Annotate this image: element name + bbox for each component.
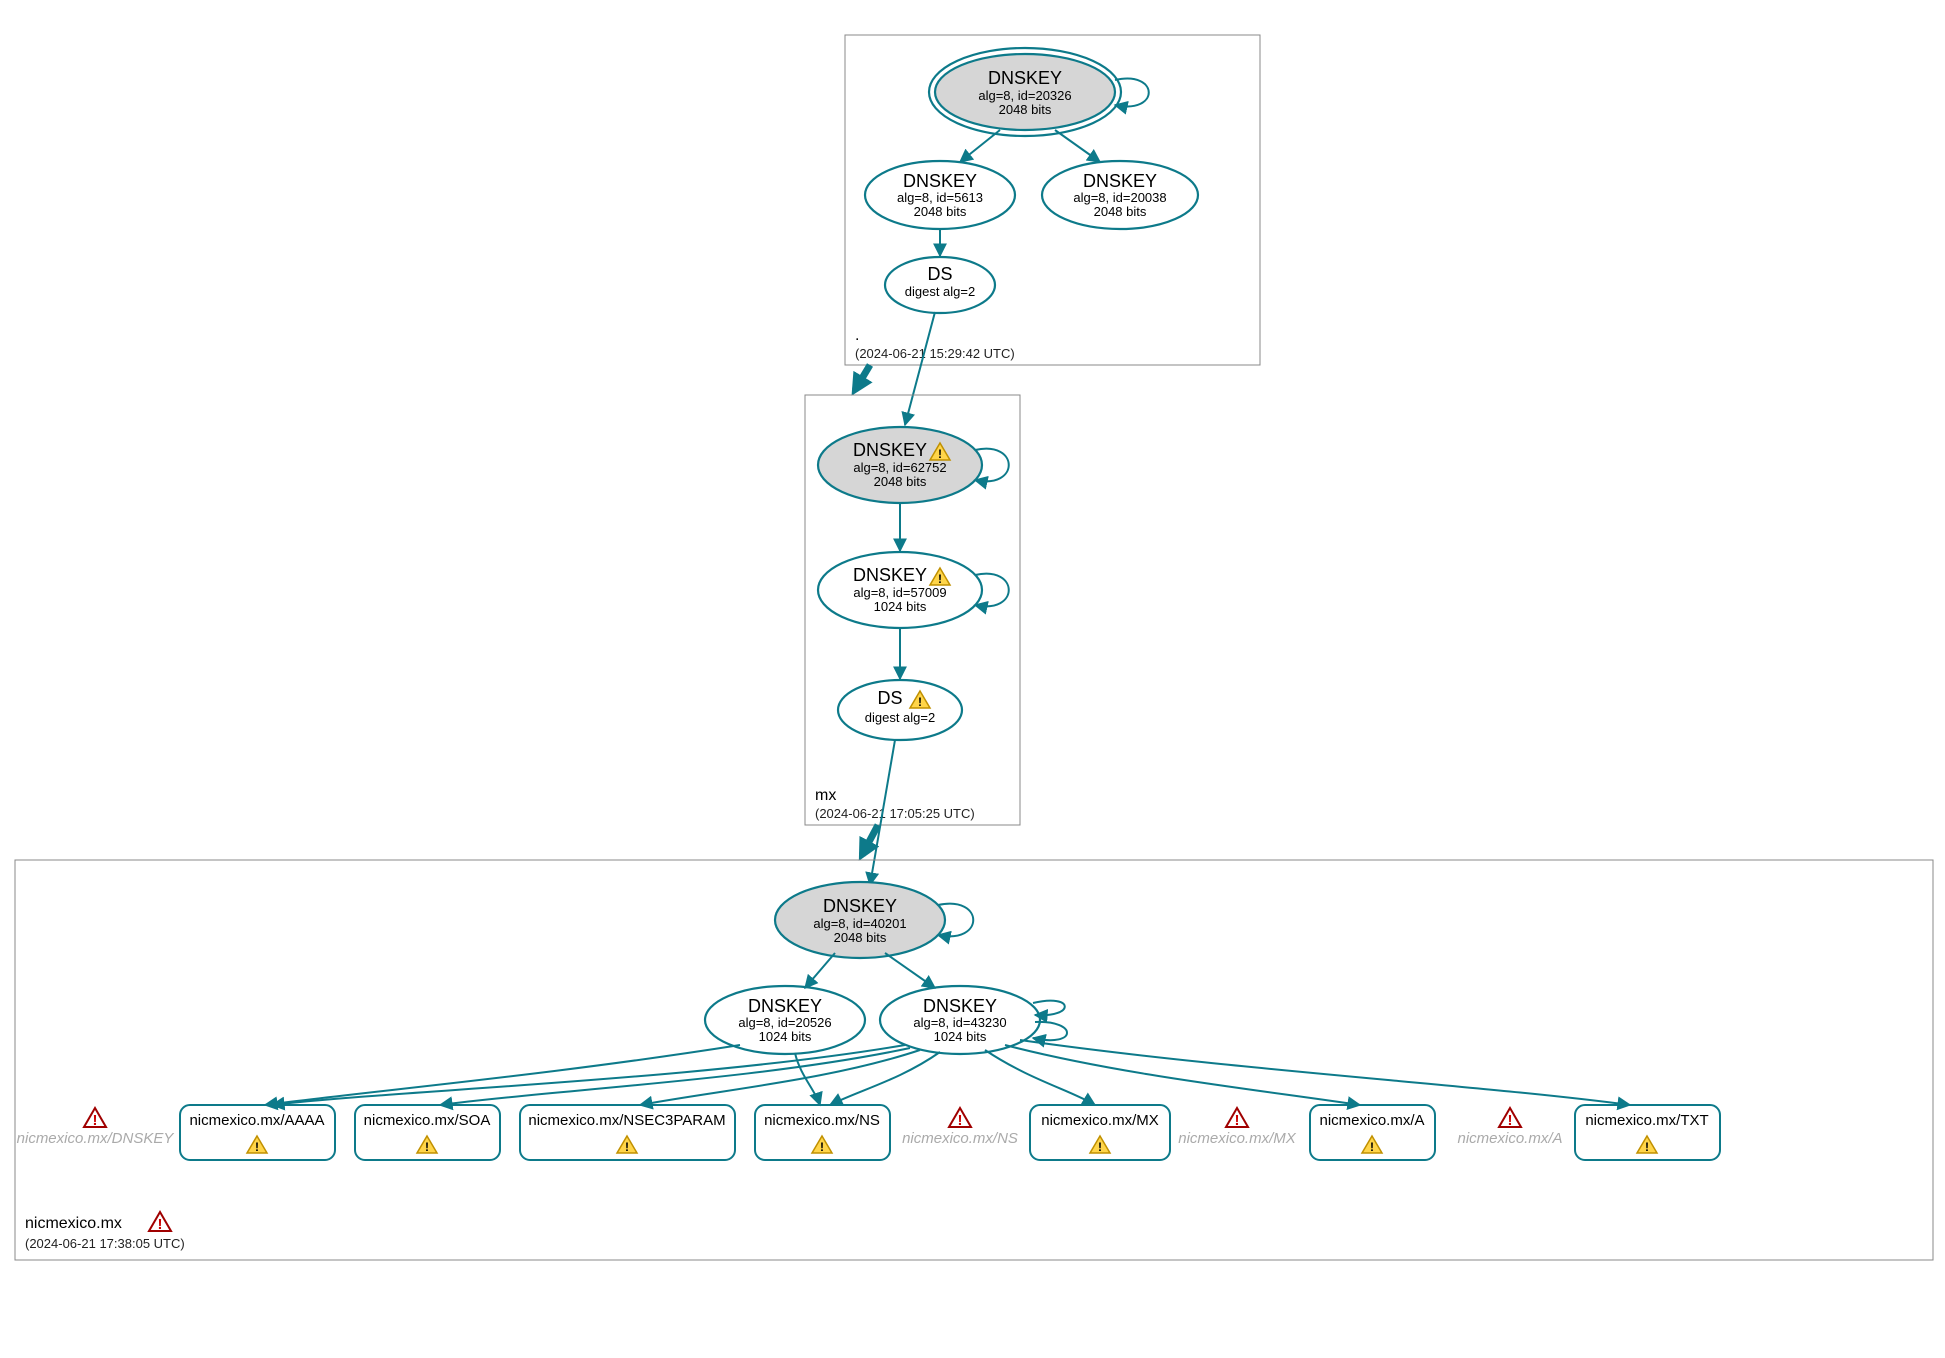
- svg-text:2048 bits: 2048 bits: [874, 474, 927, 489]
- error-icon: [1226, 1108, 1248, 1129]
- svg-text:nicmexico.mx/MX: nicmexico.mx/MX: [1178, 1130, 1297, 1147]
- svg-text:DS: DS: [927, 264, 952, 284]
- svg-text:1024 bits: 1024 bits: [874, 599, 927, 614]
- svg-text:nicmexico.mx/DNSKEY: nicmexico.mx/DNSKEY: [17, 1130, 175, 1147]
- node-nic-zsk2: DNSKEY alg=8, id=43230 1024 bits: [880, 986, 1067, 1054]
- zone-nicmexico: DNSKEY alg=8, id=40201 2048 bits DNSKEY …: [15, 860, 1933, 1260]
- node-root-zsk2: DNSKEY alg=8, id=20038 2048 bits: [1042, 161, 1198, 229]
- node-mx-ksk: DNSKEY alg=8, id=62752 2048 bits: [818, 427, 1009, 503]
- svg-text:digest alg=2: digest alg=2: [905, 284, 975, 299]
- ghost-a: nicmexico.mx/A: [1457, 1108, 1562, 1147]
- node-nic-ksk: DNSKEY alg=8, id=40201 2048 bits: [775, 882, 973, 958]
- svg-text:2048 bits: 2048 bits: [914, 204, 967, 219]
- node-mx-ds: DS digest alg=2: [838, 680, 962, 740]
- edge-rootds-to-mxksk: [905, 312, 935, 425]
- ghost-ns: nicmexico.mx/NS: [902, 1108, 1018, 1147]
- zone-nic-timestamp: (2024-06-21 17:38:05 UTC): [25, 1236, 185, 1251]
- svg-text:DNSKEY: DNSKEY: [1083, 171, 1157, 191]
- zone-root-label: .: [855, 327, 859, 344]
- svg-text:DNSKEY: DNSKEY: [853, 440, 927, 460]
- svg-text:nicmexico.mx/TXT: nicmexico.mx/TXT: [1585, 1112, 1708, 1129]
- svg-text:nicmexico.mx/NS: nicmexico.mx/NS: [764, 1112, 880, 1129]
- error-icon: [149, 1212, 171, 1233]
- svg-text:alg=8, id=57009: alg=8, id=57009: [853, 585, 946, 600]
- rrset-txt: nicmexico.mx/TXT: [1575, 1105, 1720, 1160]
- svg-text:DNSKEY: DNSKEY: [823, 896, 897, 916]
- zone-mx-label: mx: [815, 787, 836, 804]
- zone-mx: mx (2024-06-21 17:05:25 UTC) DNSKEY alg=…: [805, 395, 1020, 825]
- svg-text:DNSKEY: DNSKEY: [748, 996, 822, 1016]
- svg-text:2048 bits: 2048 bits: [1094, 204, 1147, 219]
- node-root-zsk1: DNSKEY alg=8, id=5613 2048 bits: [865, 161, 1015, 229]
- svg-text:DNSKEY: DNSKEY: [923, 996, 997, 1016]
- node-mx-zsk: DNSKEY alg=8, id=57009 1024 bits: [818, 552, 1009, 628]
- svg-text:alg=8, id=5613: alg=8, id=5613: [897, 190, 983, 205]
- svg-text:2048 bits: 2048 bits: [999, 102, 1052, 117]
- rrset-ns: nicmexico.mx/NS: [755, 1105, 890, 1160]
- svg-text:2048 bits: 2048 bits: [834, 930, 887, 945]
- zone-root-timestamp: (2024-06-21 15:29:42 UTC): [855, 346, 1015, 361]
- svg-text:nicmexico.mx/SOA: nicmexico.mx/SOA: [364, 1112, 491, 1129]
- rrset-nsec3param: nicmexico.mx/NSEC3PARAM: [520, 1105, 735, 1160]
- svg-text:DNSKEY: DNSKEY: [903, 171, 977, 191]
- zone-root: . (2024-06-21 15:29:42 UTC) DNSKEY alg=8…: [845, 35, 1260, 365]
- zone-mx-timestamp: (2024-06-21 17:05:25 UTC): [815, 806, 975, 821]
- rrset-aaaa: nicmexico.mx/AAAA: [180, 1105, 335, 1160]
- svg-text:nicmexico.mx/AAAA: nicmexico.mx/AAAA: [189, 1112, 324, 1129]
- svg-text:DNSKEY: DNSKEY: [988, 68, 1062, 88]
- svg-text:nicmexico.mx/NS: nicmexico.mx/NS: [902, 1130, 1018, 1147]
- rrset-soa: nicmexico.mx/SOA: [355, 1105, 500, 1160]
- svg-text:DNSKEY: DNSKEY: [853, 565, 927, 585]
- error-icon: [949, 1108, 971, 1129]
- svg-text:alg=8, id=20526: alg=8, id=20526: [738, 1015, 831, 1030]
- svg-text:1024 bits: 1024 bits: [934, 1029, 987, 1044]
- svg-text:digest alg=2: digest alg=2: [865, 710, 935, 725]
- svg-text:nicmexico.mx/A: nicmexico.mx/A: [1319, 1112, 1424, 1129]
- svg-text:alg=8, id=62752: alg=8, id=62752: [853, 460, 946, 475]
- node-root-ds: DS digest alg=2: [885, 257, 995, 313]
- rrset-mx: nicmexico.mx/MX: [1030, 1105, 1170, 1160]
- svg-text:alg=8, id=20038: alg=8, id=20038: [1073, 190, 1166, 205]
- svg-text:nicmexico.mx/MX: nicmexico.mx/MX: [1041, 1112, 1159, 1129]
- svg-text:alg=8, id=40201: alg=8, id=40201: [813, 916, 906, 931]
- svg-text:alg=8, id=43230: alg=8, id=43230: [913, 1015, 1006, 1030]
- svg-text:nicmexico.mx/NSEC3PARAM: nicmexico.mx/NSEC3PARAM: [528, 1112, 725, 1129]
- svg-text:1024 bits: 1024 bits: [759, 1029, 812, 1044]
- svg-text:DS: DS: [877, 688, 902, 708]
- node-root-ksk: DNSKEY alg=8, id=20326 2048 bits: [929, 48, 1149, 136]
- svg-text:nicmexico.mx/A: nicmexico.mx/A: [1457, 1130, 1562, 1147]
- delegation-root-to-mx: [855, 365, 870, 390]
- ghost-mx: nicmexico.mx/MX: [1178, 1108, 1297, 1147]
- rrset-a: nicmexico.mx/A: [1310, 1105, 1435, 1160]
- ghost-dnskey: nicmexico.mx/DNSKEY: [17, 1108, 175, 1147]
- error-icon: [1499, 1108, 1521, 1129]
- error-icon: [84, 1108, 106, 1129]
- zone-nic-label: nicmexico.mx: [25, 1215, 122, 1232]
- node-nic-zsk1: DNSKEY alg=8, id=20526 1024 bits: [705, 986, 865, 1054]
- svg-text:alg=8, id=20326: alg=8, id=20326: [978, 88, 1071, 103]
